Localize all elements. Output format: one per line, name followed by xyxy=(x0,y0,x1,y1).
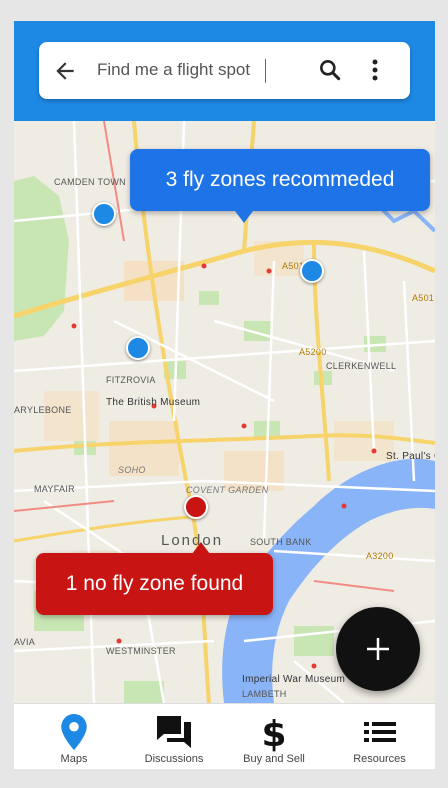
no-fly-zone-pin[interactable] xyxy=(184,495,208,519)
map-label-fitzrovia: FITZROVIA xyxy=(106,375,156,385)
nav-label-buy-and-sell: Buy and Sell xyxy=(243,753,305,765)
phone-screen: Find me a flight spot CAMDEN TOWN A501 A… xyxy=(14,21,435,769)
text-cursor xyxy=(265,59,266,83)
no-fly-zone-text: 1 no fly zone found xyxy=(65,572,244,595)
nav-label-resources: Resources xyxy=(353,753,406,765)
plus-icon xyxy=(367,638,389,660)
map-label-lambeth: LAMBETH xyxy=(242,689,287,699)
map-label-camden-town: CAMDEN TOWN xyxy=(54,177,126,187)
map-label-a5200: A5200 xyxy=(299,347,327,357)
map-label-mayfair: MAYFAIR xyxy=(34,484,75,494)
map-label-imperial-war-museum: Imperial War Museum xyxy=(242,674,346,685)
list-icon xyxy=(363,722,396,742)
fly-zone-pin[interactable] xyxy=(300,259,324,283)
dollar-icon: $ xyxy=(262,714,286,752)
nav-item-discussions[interactable]: Discussions xyxy=(124,704,224,769)
map-label-a3200: A3200 xyxy=(366,551,394,561)
chat-bubbles-icon xyxy=(157,716,191,748)
more-vert-icon[interactable] xyxy=(365,57,385,83)
nav-item-resources[interactable]: Resources xyxy=(324,704,435,769)
fly-zones-recommended-text: 3 fly zones recommeded xyxy=(165,168,395,191)
search-icon[interactable] xyxy=(317,57,343,83)
fly-zones-recommended-bubble[interactable]: 3 fly zones recommeded xyxy=(130,149,430,223)
map-label-a501-east: A501 xyxy=(412,293,435,303)
map-label-clerkenwell: CLERKENWELL xyxy=(326,361,397,371)
top-app-bar: Find me a flight spot xyxy=(14,21,435,121)
map-label-british-museum: The British Museum xyxy=(106,397,201,408)
location-pin-icon xyxy=(61,714,87,750)
search-input[interactable]: Find me a flight spot xyxy=(97,60,250,80)
map-label-soho: SOHO xyxy=(118,465,146,475)
fly-zone-pin[interactable] xyxy=(92,202,116,226)
back-arrow-icon[interactable] xyxy=(52,58,78,84)
bottom-navigation: Maps Discussions $ Buy and Sell Resource… xyxy=(14,703,435,769)
bubble-tail xyxy=(192,542,210,554)
bubble-tail xyxy=(235,211,253,223)
nav-label-maps: Maps xyxy=(60,753,88,765)
search-bar[interactable]: Find me a flight spot xyxy=(39,42,410,99)
map-label-avia: AVIA xyxy=(14,637,36,647)
map-label-south-bank: SOUTH BANK xyxy=(250,537,312,547)
map-label-st-pauls: St. Paul's Ca xyxy=(386,451,435,462)
svg-text:$: $ xyxy=(262,714,286,752)
no-fly-zone-bubble[interactable]: 1 no fly zone found xyxy=(36,542,273,615)
map-label-covent-garden: COVENT GARDEN xyxy=(186,485,269,495)
add-fab-button[interactable] xyxy=(336,607,420,691)
fly-zone-pin[interactable] xyxy=(126,336,150,360)
nav-item-maps[interactable]: Maps xyxy=(14,704,134,769)
nav-item-buy-and-sell[interactable]: $ Buy and Sell xyxy=(224,704,324,769)
map-label-marylebone: ARYLEBONE xyxy=(14,405,72,415)
nav-label-discussions: Discussions xyxy=(144,753,204,765)
map-label-westminster: WESTMINSTER xyxy=(106,646,176,656)
